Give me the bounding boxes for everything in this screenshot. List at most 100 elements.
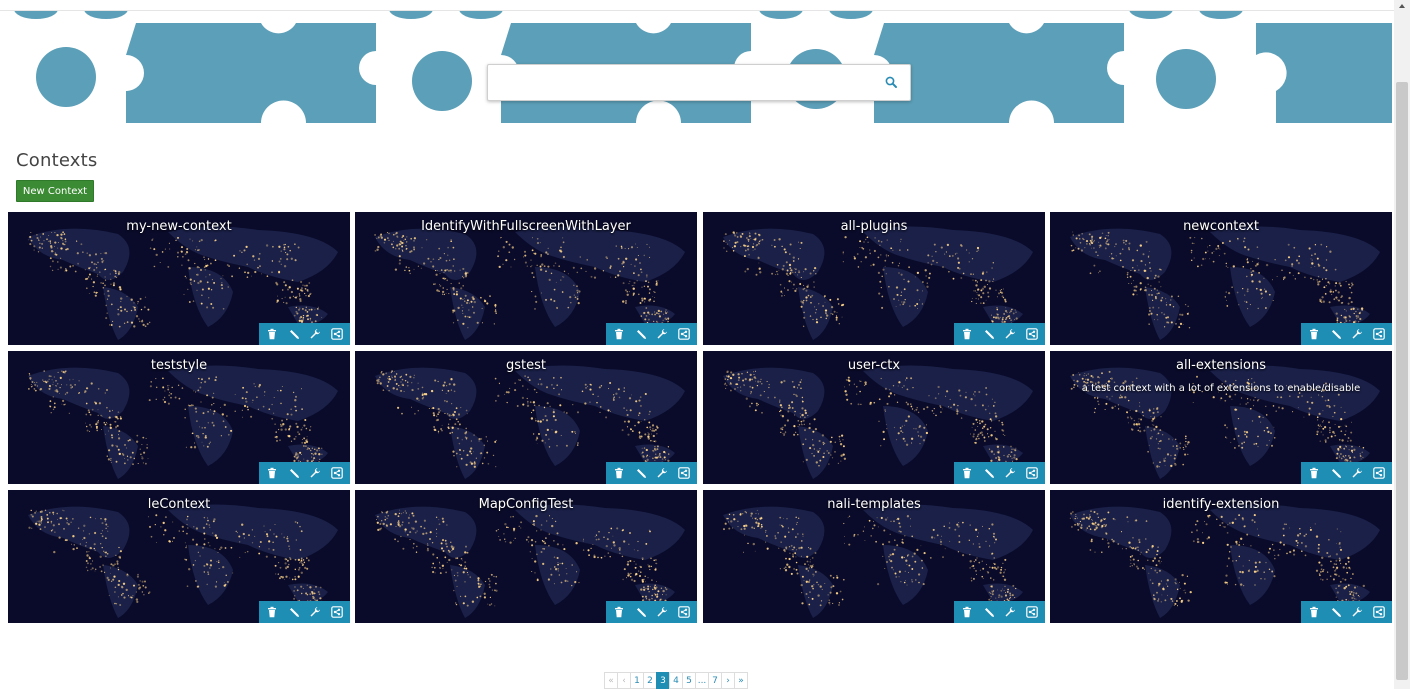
scrollbar[interactable] xyxy=(1394,0,1410,689)
wrench-button[interactable] xyxy=(1348,325,1366,343)
context-card[interactable]: all-extensions a test context with a lot … xyxy=(1050,351,1392,484)
pagination-page[interactable]: 1 xyxy=(630,672,644,689)
search-box xyxy=(487,64,911,101)
wrench-button[interactable] xyxy=(1348,464,1366,482)
share-icon xyxy=(678,467,690,479)
pagination-first[interactable]: « xyxy=(604,672,618,689)
context-card[interactable]: gstest xyxy=(355,351,697,484)
context-actions-toolbar xyxy=(606,462,697,484)
context-title: all-extensions xyxy=(1175,358,1267,373)
wrench-button[interactable] xyxy=(306,325,324,343)
trash-button[interactable] xyxy=(610,603,628,621)
share-button[interactable] xyxy=(328,325,346,343)
wrench-button[interactable] xyxy=(306,603,324,621)
pencil-button[interactable] xyxy=(980,603,998,621)
trash-button[interactable] xyxy=(958,325,976,343)
share-button[interactable] xyxy=(328,603,346,621)
pencil-button[interactable] xyxy=(980,325,998,343)
context-actions-toolbar xyxy=(606,323,697,345)
scroll-up-arrow-icon[interactable] xyxy=(1398,2,1406,10)
share-icon xyxy=(1373,467,1385,479)
trash-button[interactable] xyxy=(1305,603,1323,621)
trash-button[interactable] xyxy=(263,325,281,343)
share-button[interactable] xyxy=(1370,603,1388,621)
pagination-page[interactable]: 7 xyxy=(708,672,722,689)
share-button[interactable] xyxy=(675,603,693,621)
context-card[interactable]: my-new-context xyxy=(8,212,350,345)
trash-button[interactable] xyxy=(1305,325,1323,343)
trash-button[interactable] xyxy=(610,325,628,343)
wrench-button[interactable] xyxy=(1001,464,1019,482)
pencil-button[interactable] xyxy=(632,603,650,621)
top-border xyxy=(0,0,1394,11)
context-actions-toolbar xyxy=(259,601,350,623)
context-card[interactable]: teststyle xyxy=(8,351,350,484)
wrench-button[interactable] xyxy=(1001,325,1019,343)
search-input[interactable] xyxy=(496,71,880,97)
context-card[interactable]: nali-templates xyxy=(703,490,1045,623)
pagination-prev[interactable]: ‹ xyxy=(617,672,631,689)
share-button[interactable] xyxy=(1023,325,1041,343)
pagination-page[interactable]: 2 xyxy=(643,672,657,689)
pencil-button[interactable] xyxy=(980,464,998,482)
pencil-button[interactable] xyxy=(285,603,303,621)
pagination-page[interactable]: 3 xyxy=(656,672,670,689)
context-card[interactable]: identify-extension xyxy=(1050,490,1392,623)
new-context-button[interactable]: New Context xyxy=(16,180,94,202)
wrench-icon xyxy=(1351,467,1363,479)
pagination-last[interactable]: » xyxy=(734,672,748,689)
pagination-ellipsis[interactable]: ... xyxy=(695,672,709,689)
pencil-button[interactable] xyxy=(1327,325,1345,343)
wrench-button[interactable] xyxy=(653,464,671,482)
wrench-button[interactable] xyxy=(306,464,324,482)
share-button[interactable] xyxy=(1023,464,1041,482)
trash-button[interactable] xyxy=(263,464,281,482)
context-card[interactable]: leContext xyxy=(8,490,350,623)
pencil-button[interactable] xyxy=(632,325,650,343)
pencil-button[interactable] xyxy=(632,464,650,482)
trash-button[interactable] xyxy=(610,464,628,482)
context-title: newcontext xyxy=(1183,219,1259,234)
context-title: my-new-context xyxy=(126,219,232,234)
context-card[interactable]: user-ctx xyxy=(703,351,1045,484)
context-title: identify-extension xyxy=(1162,497,1280,512)
context-title: IdentifyWithFullscreenWithLayer xyxy=(421,219,631,234)
pagination-page[interactable]: 5 xyxy=(682,672,696,689)
context-card[interactable]: IdentifyWithFullscreenWithLayer xyxy=(355,212,697,345)
trash-icon xyxy=(961,328,973,340)
wrench-button[interactable] xyxy=(1001,603,1019,621)
share-button[interactable] xyxy=(675,325,693,343)
share-button[interactable] xyxy=(1023,603,1041,621)
context-card[interactable]: MapConfigTest xyxy=(355,490,697,623)
context-card[interactable]: all-plugins xyxy=(703,212,1045,345)
trash-button[interactable] xyxy=(1305,464,1323,482)
pencil-button[interactable] xyxy=(1327,603,1345,621)
share-icon xyxy=(331,328,343,340)
share-button[interactable] xyxy=(328,464,346,482)
wrench-icon xyxy=(656,606,668,618)
pencil-button[interactable] xyxy=(285,464,303,482)
context-grid: my-new-context IdentifyWithFullscreenWith… xyxy=(8,212,1392,624)
trash-icon xyxy=(1308,328,1320,340)
share-button[interactable] xyxy=(675,464,693,482)
share-icon xyxy=(678,606,690,618)
pencil-button[interactable] xyxy=(1327,464,1345,482)
pagination-next[interactable]: › xyxy=(721,672,735,689)
pencil-button[interactable] xyxy=(285,325,303,343)
trash-button[interactable] xyxy=(263,603,281,621)
scrollbar-thumb[interactable] xyxy=(1396,82,1408,680)
trash-button[interactable] xyxy=(958,603,976,621)
context-title: leContext xyxy=(147,497,211,512)
wrench-button[interactable] xyxy=(653,603,671,621)
wrench-button[interactable] xyxy=(653,325,671,343)
wrench-button[interactable] xyxy=(1348,603,1366,621)
share-button[interactable] xyxy=(1370,464,1388,482)
pencil-icon xyxy=(983,328,995,340)
pagination-page[interactable]: 4 xyxy=(669,672,683,689)
pencil-icon xyxy=(983,606,995,618)
context-actions-toolbar xyxy=(259,462,350,484)
share-button[interactable] xyxy=(1370,325,1388,343)
context-card[interactable]: newcontext xyxy=(1050,212,1392,345)
search-icon[interactable] xyxy=(884,75,900,91)
trash-button[interactable] xyxy=(958,464,976,482)
